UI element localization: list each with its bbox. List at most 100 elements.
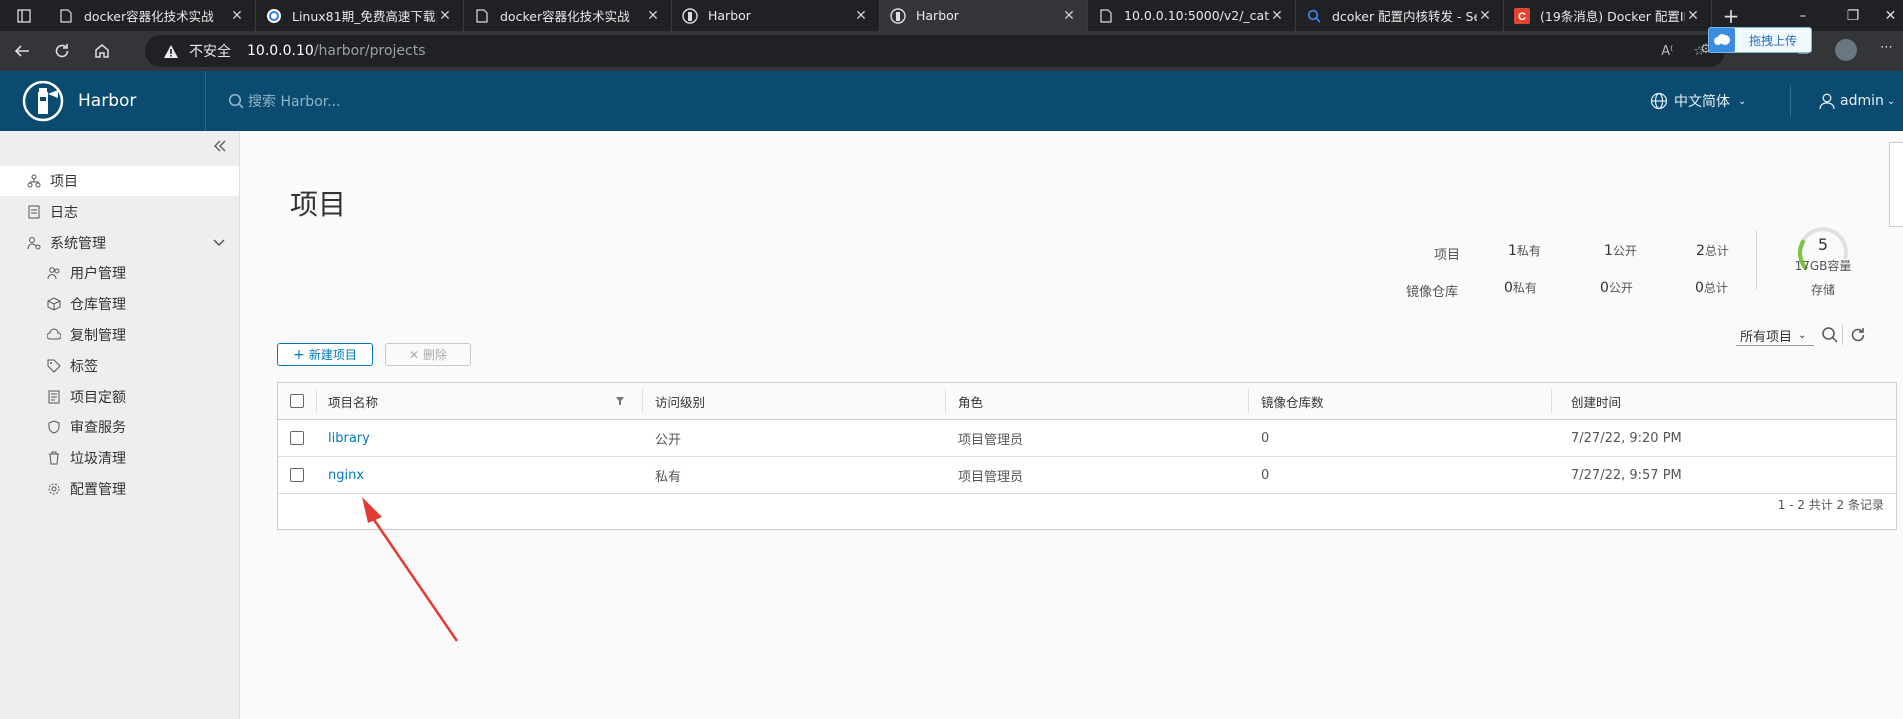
- maximize-icon[interactable]: ❐: [1828, 0, 1878, 31]
- browser-tab[interactable]: 10.0.0.10:5000/v2/_catalog✕: [1088, 0, 1296, 31]
- column-divider: [1551, 389, 1552, 413]
- new-project-button[interactable]: + 新建项目: [277, 343, 373, 366]
- sidebar-item[interactable]: 系统管理: [0, 228, 239, 258]
- sidebar-item-label: 项目定额: [70, 389, 126, 406]
- repo-count: 0: [1261, 430, 1270, 446]
- harbor-logo[interactable]: [22, 80, 64, 122]
- project-filter-select[interactable]: 所有项目 ⌄: [1736, 325, 1814, 346]
- select-all-checkbox[interactable]: [290, 394, 304, 408]
- filter-icon[interactable]: [615, 383, 625, 419]
- sidebar-item[interactable]: 仓库管理: [0, 289, 239, 319]
- close-tab-icon[interactable]: ✕: [1269, 8, 1285, 24]
- profile-avatar[interactable]: [1835, 39, 1857, 61]
- sidebar-item[interactable]: 项目定额: [0, 382, 239, 412]
- upload-popup[interactable]: 拖拽上传: [1708, 27, 1812, 53]
- tab-title: docker容器化技术实战: [84, 9, 214, 24]
- browser-tab[interactable]: C (19条消息) Docker 配置IPv ✕: [1504, 0, 1712, 31]
- row-checkbox[interactable]: [290, 468, 304, 482]
- url-host: 10.0.0.10: [247, 43, 314, 59]
- project-name-link[interactable]: library: [328, 420, 370, 456]
- projects-icon: [26, 173, 42, 189]
- browser-tab[interactable]: docker容器化技术实战 ✕: [48, 0, 256, 31]
- creation-time: 7/27/22, 9:57 PM: [1571, 467, 1682, 483]
- browser-tab[interactable]: Linux81期_免费高速下载|百 ✕: [256, 0, 464, 31]
- table-row[interactable]: nginx 私有 项目管理员 0 7/27/22, 9:57 PM: [278, 457, 1896, 494]
- column-header-repo-count[interactable]: 镜像仓库数: [1261, 383, 1324, 419]
- storage-label: 存储: [1810, 283, 1835, 297]
- sidebar-item-label: 仓库管理: [70, 297, 126, 314]
- tab-title: 10.0.0.10:5000/v2/_catalog: [1124, 8, 1269, 23]
- new-project-label: 新建项目: [308, 348, 357, 362]
- close-tab-icon[interactable]: ✕: [645, 8, 661, 24]
- summary-divider: [1756, 231, 1757, 289]
- sidebar-item[interactable]: 标签: [0, 351, 239, 381]
- home-button[interactable]: [84, 33, 120, 69]
- replication-icon: [46, 327, 62, 343]
- column-header-role[interactable]: 角色: [958, 383, 983, 419]
- sidebar-item[interactable]: 垃圾清理: [0, 443, 239, 473]
- close-tab-icon[interactable]: ✕: [853, 8, 869, 24]
- close-tab-icon[interactable]: ✕: [1477, 8, 1493, 24]
- back-button[interactable]: [4, 33, 40, 69]
- browser-tab[interactable]: Harbor ✕: [880, 0, 1088, 31]
- annotation-arrow: [362, 497, 459, 642]
- globe-icon: [1650, 92, 1668, 110]
- read-aloud-icon[interactable]: A⁽: [1661, 44, 1673, 59]
- chevron-down-icon: ⌄: [1738, 95, 1747, 107]
- sidebar-item[interactable]: 用户管理: [0, 258, 239, 288]
- delete-button[interactable]: ✕ 删除: [385, 343, 471, 366]
- harbor-header: Harbor 搜索 Harbor... 中文简体 ⌄ admin ⌄: [0, 71, 1903, 131]
- brand-name[interactable]: Harbor: [78, 91, 136, 111]
- role: 项目管理员: [958, 469, 1024, 485]
- search-input[interactable]: 搜索 Harbor...: [248, 91, 341, 111]
- table-row[interactable]: library 公开 项目管理员 0 7/27/22, 9:20 PM: [278, 420, 1896, 457]
- repo-count: 0: [1261, 467, 1270, 483]
- warning-icon[interactable]: [163, 44, 179, 59]
- tab-actions-icon[interactable]: [0, 0, 48, 31]
- global-search[interactable]: 搜索 Harbor...: [205, 71, 341, 131]
- more-menu-icon[interactable]: ⋯: [1880, 40, 1893, 55]
- security-status: 不安全: [189, 44, 231, 60]
- table-footer-count: 1 - 2 共计 2 条记录: [1777, 498, 1884, 512]
- username: admin: [1840, 93, 1884, 109]
- browser-tab[interactable]: docker容器化技术实战 ✕: [464, 0, 672, 31]
- column-header-created[interactable]: 创建时间: [1571, 383, 1621, 419]
- browser-tab[interactable]: dcoker 配置内核转发 - Sea ✕: [1296, 0, 1504, 31]
- sidebar-item-label: 日志: [50, 204, 78, 221]
- projects-public-count: 1公开: [1604, 243, 1637, 259]
- collapse-sidebar-icon[interactable]: [213, 139, 227, 157]
- side-panel-tab[interactable]: [1889, 142, 1903, 227]
- search-icon[interactable]: [1821, 326, 1839, 348]
- tab-title: Harbor: [916, 8, 959, 23]
- users-icon: [46, 265, 62, 281]
- page-icon: [58, 8, 74, 24]
- sidebar-item[interactable]: 配置管理: [0, 474, 239, 504]
- storage-value: 5: [1817, 235, 1829, 254]
- browser-tab[interactable]: Harbor ✕: [672, 0, 880, 31]
- url-field[interactable]: 不安全 10.0.0.10 /harbor/projects A⁽ ☆: [145, 35, 1725, 67]
- projects-private-count: 1私有: [1508, 243, 1541, 259]
- svg-text:C: C: [1518, 11, 1526, 23]
- sidebar-item[interactable]: 审查服务: [0, 412, 239, 442]
- storage-capacity: 17GB容量: [1794, 259, 1852, 273]
- admin-icon: [26, 235, 42, 251]
- repos-public-count: 0公开: [1600, 280, 1633, 296]
- sidebar-item-label: 系统管理: [50, 235, 106, 252]
- language-selector[interactable]: 中文简体 ⌄: [1650, 71, 1746, 131]
- row-checkbox[interactable]: [290, 431, 304, 445]
- user-menu[interactable]: admin ⌄: [1818, 71, 1895, 131]
- close-window-icon[interactable]: ✕: [1878, 0, 1903, 31]
- sidebar-item[interactable]: 日志: [0, 197, 239, 227]
- reload-button[interactable]: [44, 33, 80, 69]
- close-tab-icon[interactable]: ✕: [1685, 8, 1701, 24]
- sidebar-item[interactable]: 复制管理: [0, 320, 239, 350]
- sidebar-item[interactable]: 项目: [0, 166, 239, 196]
- close-tab-icon[interactable]: ✕: [1061, 8, 1077, 24]
- refresh-icon[interactable]: [1849, 326, 1867, 348]
- column-header-access[interactable]: 访问级别: [655, 383, 705, 419]
- column-header-name[interactable]: 项目名称: [328, 383, 378, 419]
- close-tab-icon[interactable]: ✕: [437, 8, 453, 24]
- close-tab-icon[interactable]: ✕: [229, 8, 245, 24]
- tab-title: dcoker 配置内核转发 - Sea: [1332, 9, 1477, 24]
- chevron-down-icon[interactable]: [213, 235, 225, 251]
